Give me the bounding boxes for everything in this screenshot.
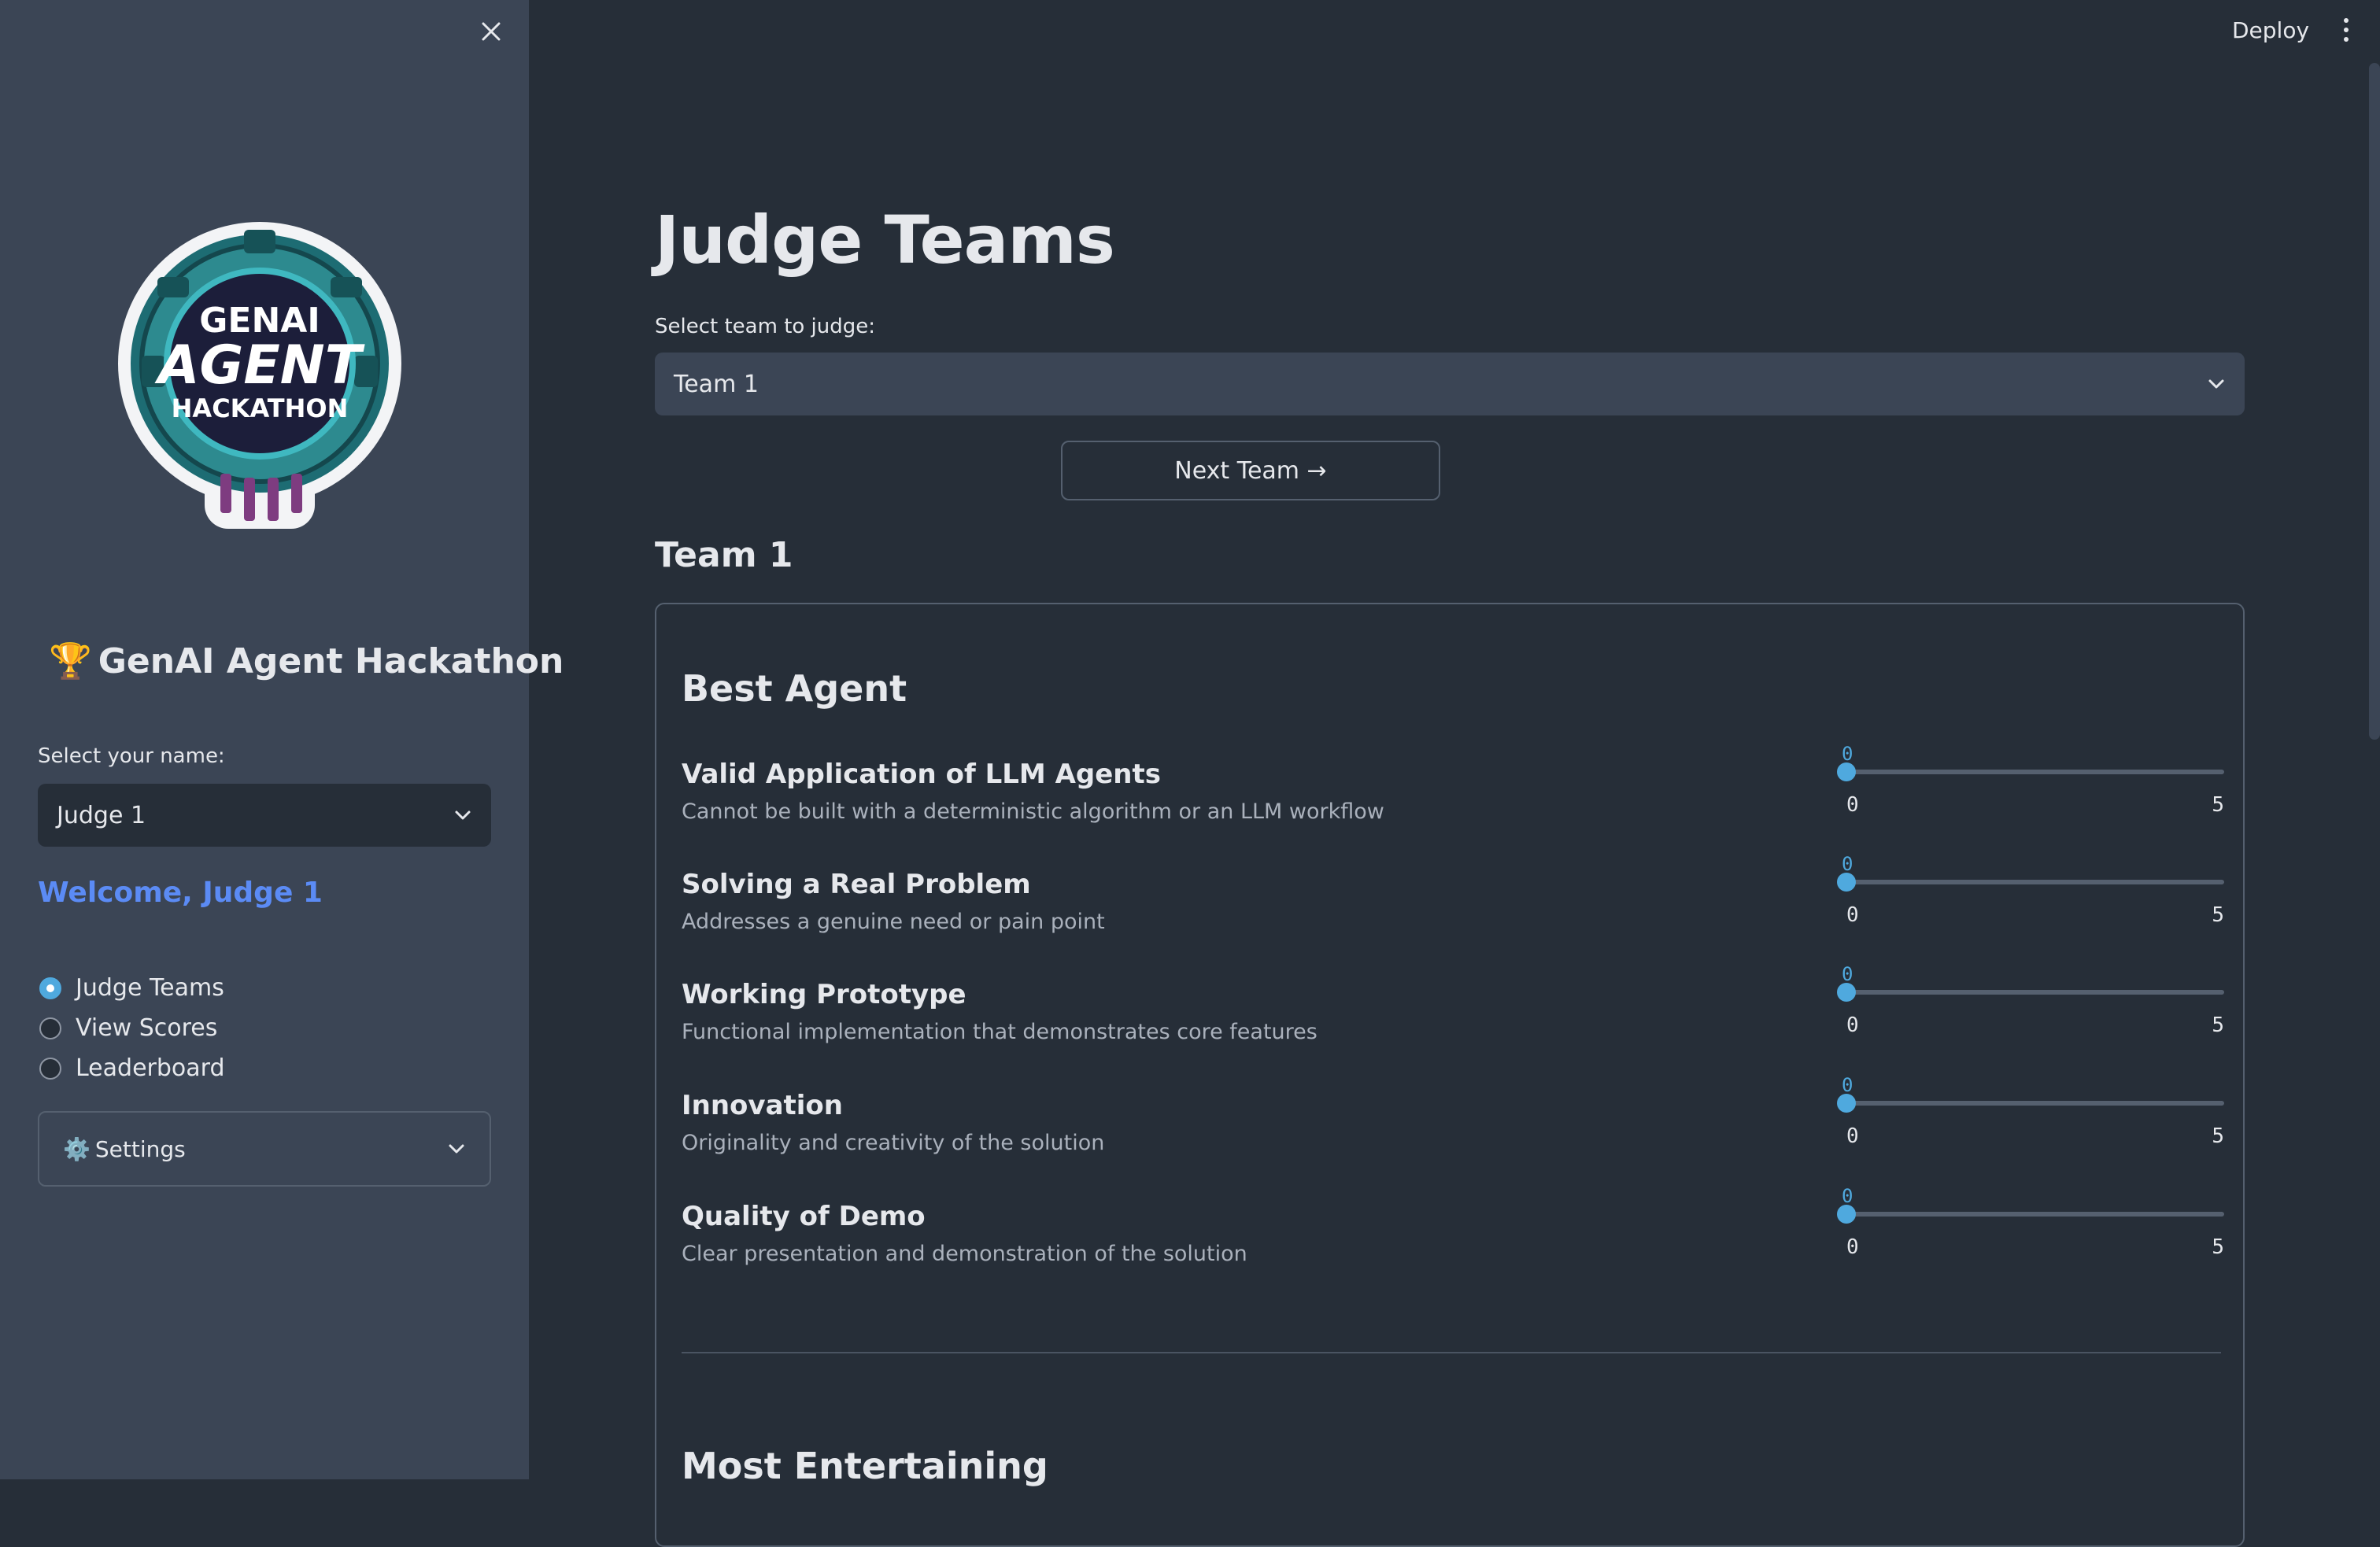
slider-value: 0 xyxy=(1842,1185,1853,1207)
sidebar-title: 🏆 GenAI Agent Hackathon xyxy=(49,641,564,682)
criterion-row: Solving a Real Problem Addresses a genui… xyxy=(682,853,2224,971)
score-slider[interactable]: 0 0 5 xyxy=(1837,853,2224,940)
slider-min: 0 xyxy=(1846,1235,1859,1259)
trophy-icon: 🏆 xyxy=(49,641,92,681)
sidebar-title-text: GenAI Agent Hackathon xyxy=(98,641,564,681)
slider-thumb[interactable] xyxy=(1837,1094,1856,1113)
radio-unselected-icon xyxy=(39,1017,61,1039)
gear-icon: ⚙️ xyxy=(63,1135,91,1162)
chevron-down-icon xyxy=(2208,379,2224,389)
judge-name-value: Judge 1 xyxy=(57,801,146,829)
slider-value: 0 xyxy=(1842,853,1853,875)
slider-min: 0 xyxy=(1846,903,1859,927)
slider-thumb[interactable] xyxy=(1837,762,1856,781)
criterion-name: Quality of Demo xyxy=(682,1201,926,1232)
slider-thumb[interactable] xyxy=(1837,873,1856,892)
section-divider xyxy=(682,1352,2221,1353)
slider-max: 5 xyxy=(2212,903,2224,927)
criterion-description: Clear presentation and demonstration of … xyxy=(682,1242,1247,1266)
settings-label: Settings xyxy=(94,1135,186,1162)
slider-value: 0 xyxy=(1842,963,1853,985)
nav-radio-judge-teams[interactable]: Judge Teams xyxy=(39,968,225,1008)
close-icon xyxy=(482,22,501,41)
slider-track[interactable] xyxy=(1846,770,2224,774)
nav-radio-label: View Scores xyxy=(76,1014,218,1042)
slider-min: 0 xyxy=(1846,1124,1859,1148)
judging-form: Best Agent Valid Application of LLM Agen… xyxy=(655,603,2245,1547)
hackathon-logo: GENAI AGENT HACKATHON xyxy=(110,206,409,537)
slider-max: 5 xyxy=(2212,1124,2224,1148)
close-sidebar-button[interactable] xyxy=(475,16,507,47)
chevron-down-icon xyxy=(455,810,471,820)
page-title: Judge Teams xyxy=(655,201,1115,279)
kebab-dot xyxy=(2344,18,2349,23)
criterion-description: Originality and creativity of the soluti… xyxy=(682,1131,1105,1155)
criterion-description: Addresses a genuine need or pain point xyxy=(682,910,1105,934)
page-scrollbar[interactable] xyxy=(2369,63,2380,740)
slider-track[interactable] xyxy=(1846,1101,2224,1106)
kebab-dot xyxy=(2344,37,2349,42)
section-title-best-agent: Best Agent xyxy=(682,667,907,710)
navigation-radio-group: Judge Teams View Scores Leaderboard xyxy=(39,968,225,1088)
criterion-row: Working Prototype Functional implementat… xyxy=(682,963,2224,1081)
welcome-message: Welcome, Judge 1 xyxy=(38,877,323,909)
criterion-description: Cannot be built with a deterministic alg… xyxy=(682,799,1384,824)
criterion-name: Working Prototype xyxy=(682,979,966,1010)
settings-expander[interactable]: ⚙️ Settings xyxy=(38,1111,491,1187)
slider-thumb[interactable] xyxy=(1837,1205,1856,1224)
slider-min: 0 xyxy=(1846,793,1859,817)
sidebar: GENAI AGENT HACKATHON 🏆 GenAI Agent Hack… xyxy=(0,0,564,1479)
slider-max: 5 xyxy=(2212,793,2224,817)
logo-text-hackathon: HACKATHON xyxy=(172,393,349,423)
nav-radio-leaderboard[interactable]: Leaderboard xyxy=(39,1048,225,1088)
slider-max: 5 xyxy=(2212,1235,2224,1259)
criterion-row: Valid Application of LLM Agents Cannot b… xyxy=(682,743,2224,861)
radio-unselected-icon xyxy=(39,1057,61,1080)
nav-radio-label: Judge Teams xyxy=(76,974,224,1002)
score-slider[interactable]: 0 0 5 xyxy=(1837,963,2224,1050)
main-menu-button[interactable] xyxy=(2334,14,2358,46)
criterion-name: Innovation xyxy=(682,1090,843,1121)
score-slider[interactable]: 0 0 5 xyxy=(1837,743,2224,829)
slider-value: 0 xyxy=(1842,743,1853,765)
kebab-dot xyxy=(2344,28,2349,32)
slider-thumb[interactable] xyxy=(1837,983,1856,1002)
judge-name-select[interactable]: Judge 1 xyxy=(38,784,491,847)
criterion-name: Solving a Real Problem xyxy=(682,869,1031,900)
criterion-row: Quality of Demo Clear presentation and d… xyxy=(682,1185,2224,1303)
team-heading: Team 1 xyxy=(655,535,793,575)
slider-max: 5 xyxy=(2212,1013,2224,1037)
slider-value: 0 xyxy=(1842,1074,1853,1096)
select-name-label: Select your name: xyxy=(38,744,225,768)
logo-text-agent: AGENT xyxy=(154,334,365,397)
radio-selected-icon xyxy=(39,977,61,999)
slider-track[interactable] xyxy=(1846,990,2224,995)
nav-radio-view-scores[interactable]: View Scores xyxy=(39,1008,225,1048)
team-select-value: Team 1 xyxy=(674,370,759,398)
score-slider[interactable]: 0 0 5 xyxy=(1837,1185,2224,1272)
deploy-button[interactable]: Deploy xyxy=(2227,14,2314,46)
team-select[interactable]: Team 1 xyxy=(655,353,2245,415)
section-title-most-entertaining: Most Entertaining xyxy=(682,1445,1048,1487)
nav-radio-label: Leaderboard xyxy=(76,1054,225,1082)
criterion-row: Innovation Originality and creativity of… xyxy=(682,1074,2224,1192)
criterion-name: Valid Application of LLM Agents xyxy=(682,759,1161,790)
chevron-down-icon xyxy=(449,1144,464,1154)
slider-track[interactable] xyxy=(1846,880,2224,884)
slider-min: 0 xyxy=(1846,1013,1859,1037)
slider-track[interactable] xyxy=(1846,1212,2224,1217)
score-slider[interactable]: 0 0 5 xyxy=(1837,1074,2224,1161)
next-team-button[interactable]: Next Team → xyxy=(1061,441,1440,500)
select-team-label: Select team to judge: xyxy=(655,315,876,338)
criterion-description: Functional implementation that demonstra… xyxy=(682,1020,1318,1044)
